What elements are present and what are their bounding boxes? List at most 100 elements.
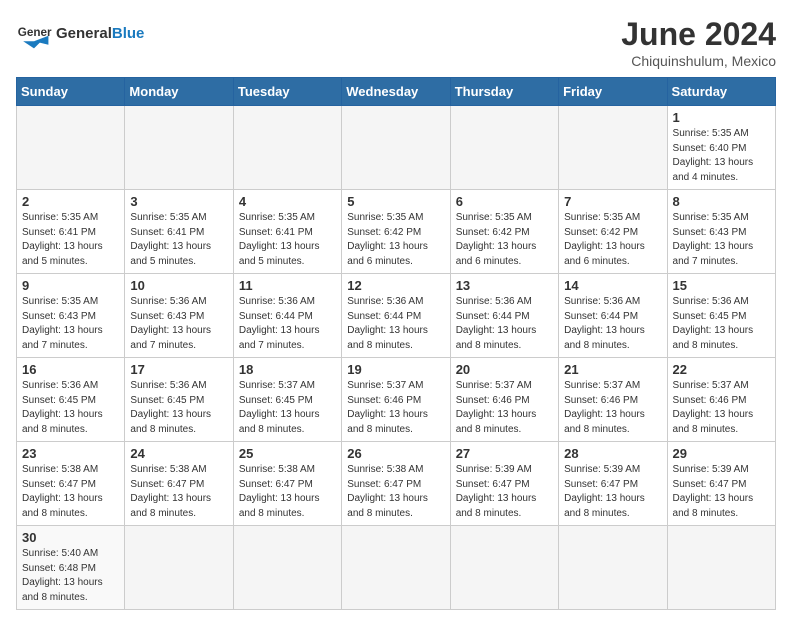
day-number: 28 xyxy=(564,446,661,461)
calendar-cell: 14 Sunrise: 5:36 AM Sunset: 6:44 PM Dayli… xyxy=(559,274,667,358)
calendar-cell: 9Sunrise: 5:35 AM Sunset: 6:43 PM Daylig… xyxy=(17,274,125,358)
day-info: Sunrise: 5:35 AM Sunset: 6:42 PM Dayligh… xyxy=(347,211,444,269)
calendar-cell: 5 Sunrise: 5:35 AM Sunset: 6:42 PM Daylig… xyxy=(342,190,450,274)
day-info: Sunrise: 5:35 AM Sunset: 6:41 PM Dayligh… xyxy=(239,211,336,269)
logo-general: General xyxy=(56,25,112,42)
day-info: Sunrise: 5:36 AM Sunset: 6:44 PM Dayligh… xyxy=(456,295,553,353)
day-info: Sunrise: 5:38 AM Sunset: 6:47 PM Dayligh… xyxy=(239,463,336,521)
calendar-cell xyxy=(17,106,125,190)
calendar-cell: 28 Sunrise: 5:39 AM Sunset: 6:47 PM Dayli… xyxy=(559,442,667,526)
day-number: 27 xyxy=(456,446,553,461)
calendar-cell xyxy=(559,526,667,610)
day-info: Sunrise: 5:39 AM Sunset: 6:47 PM Dayligh… xyxy=(456,463,553,521)
day-number: 10 xyxy=(130,278,227,293)
day-number: 8 xyxy=(673,194,770,209)
calendar-cell: 23 Sunrise: 5:38 AM Sunset: 6:47 PM Dayli… xyxy=(17,442,125,526)
month-year-title: June 2024 xyxy=(621,16,776,53)
calendar-table: SundayMondayTuesdayWednesdayThursdayFrid… xyxy=(16,77,776,610)
day-number: 17 xyxy=(130,362,227,377)
day-of-week-header: Monday xyxy=(125,78,233,106)
day-info: Sunrise: 5:37 AM Sunset: 6:46 PM Dayligh… xyxy=(347,379,444,437)
day-number: 1 xyxy=(673,110,770,125)
day-info: Sunrise: 5:39 AM Sunset: 6:47 PM Dayligh… xyxy=(564,463,661,521)
calendar-cell: 18Sunrise: 5:37 AM Sunset: 6:45 PM Dayli… xyxy=(233,358,341,442)
day-number: 22 xyxy=(673,362,770,377)
calendar-cell: 7 Sunrise: 5:35 AM Sunset: 6:42 PM Daylig… xyxy=(559,190,667,274)
day-number: 29 xyxy=(673,446,770,461)
calendar-cell: 11 Sunrise: 5:36 AM Sunset: 6:44 PM Dayli… xyxy=(233,274,341,358)
day-number: 18 xyxy=(239,362,336,377)
calendar-cell: 1Sunrise: 5:35 AM Sunset: 6:40 PM Daylig… xyxy=(667,106,775,190)
day-number: 6 xyxy=(456,194,553,209)
calendar-cell: 26Sunrise: 5:38 AM Sunset: 6:47 PM Dayli… xyxy=(342,442,450,526)
calendar-cell: 22Sunrise: 5:37 AM Sunset: 6:46 PM Dayli… xyxy=(667,358,775,442)
day-info: Sunrise: 5:35 AM Sunset: 6:42 PM Dayligh… xyxy=(564,211,661,269)
calendar-cell: 19 Sunrise: 5:37 AM Sunset: 6:46 PM Dayli… xyxy=(342,358,450,442)
day-info: Sunrise: 5:36 AM Sunset: 6:44 PM Dayligh… xyxy=(239,295,336,353)
day-info: Sunrise: 5:36 AM Sunset: 6:44 PM Dayligh… xyxy=(347,295,444,353)
calendar-cell xyxy=(450,106,558,190)
day-of-week-header: Wednesday xyxy=(342,78,450,106)
day-info: Sunrise: 5:38 AM Sunset: 6:47 PM Dayligh… xyxy=(22,463,119,521)
day-of-week-header: Friday xyxy=(559,78,667,106)
calendar-cell: 20 Sunrise: 5:37 AM Sunset: 6:46 PM Dayli… xyxy=(450,358,558,442)
day-info: Sunrise: 5:35 AM Sunset: 6:43 PM Dayligh… xyxy=(22,295,119,353)
day-of-week-header: Tuesday xyxy=(233,78,341,106)
calendar-cell: 30Sunrise: 5:40 AM Sunset: 6:48 PM Dayli… xyxy=(17,526,125,610)
day-of-week-header: Thursday xyxy=(450,78,558,106)
calendar-cell xyxy=(450,526,558,610)
calendar-cell: 24 Sunrise: 5:38 AM Sunset: 6:47 PM Dayli… xyxy=(125,442,233,526)
day-number: 14 xyxy=(564,278,661,293)
calendar-cell xyxy=(667,526,775,610)
day-info: Sunrise: 5:35 AM Sunset: 6:43 PM Dayligh… xyxy=(673,211,770,269)
logo-blue: Blue xyxy=(112,25,145,42)
calendar-cell: 16 Sunrise: 5:36 AM Sunset: 6:45 PM Dayli… xyxy=(17,358,125,442)
calendar-cell xyxy=(233,106,341,190)
day-number: 7 xyxy=(564,194,661,209)
day-info: Sunrise: 5:36 AM Sunset: 6:43 PM Dayligh… xyxy=(130,295,227,353)
location-subtitle: Chiquinshulum, Mexico xyxy=(621,53,776,69)
calendar-cell xyxy=(125,526,233,610)
calendar-cell: 3 Sunrise: 5:35 AM Sunset: 6:41 PM Daylig… xyxy=(125,190,233,274)
day-number: 11 xyxy=(239,278,336,293)
day-number: 23 xyxy=(22,446,119,461)
day-of-week-header: Saturday xyxy=(667,78,775,106)
day-info: Sunrise: 5:35 AM Sunset: 6:41 PM Dayligh… xyxy=(130,211,227,269)
day-info: Sunrise: 5:36 AM Sunset: 6:45 PM Dayligh… xyxy=(130,379,227,437)
day-info: Sunrise: 5:37 AM Sunset: 6:46 PM Dayligh… xyxy=(564,379,661,437)
day-number: 21 xyxy=(564,362,661,377)
calendar-cell: 13Sunrise: 5:36 AM Sunset: 6:44 PM Dayli… xyxy=(450,274,558,358)
calendar-cell xyxy=(342,106,450,190)
day-number: 4 xyxy=(239,194,336,209)
day-info: Sunrise: 5:39 AM Sunset: 6:47 PM Dayligh… xyxy=(673,463,770,521)
day-info: Sunrise: 5:40 AM Sunset: 6:48 PM Dayligh… xyxy=(22,547,119,605)
logo-icon: General xyxy=(16,16,52,52)
day-info: Sunrise: 5:36 AM Sunset: 6:44 PM Dayligh… xyxy=(564,295,661,353)
calendar-cell xyxy=(125,106,233,190)
day-number: 16 xyxy=(22,362,119,377)
day-number: 24 xyxy=(130,446,227,461)
day-info: Sunrise: 5:36 AM Sunset: 6:45 PM Dayligh… xyxy=(673,295,770,353)
day-number: 20 xyxy=(456,362,553,377)
day-info: Sunrise: 5:36 AM Sunset: 6:45 PM Dayligh… xyxy=(22,379,119,437)
day-number: 5 xyxy=(347,194,444,209)
calendar-cell: 12 Sunrise: 5:36 AM Sunset: 6:44 PM Dayli… xyxy=(342,274,450,358)
day-number: 19 xyxy=(347,362,444,377)
calendar-cell: 17 Sunrise: 5:36 AM Sunset: 6:45 PM Dayli… xyxy=(125,358,233,442)
day-info: Sunrise: 5:38 AM Sunset: 6:47 PM Dayligh… xyxy=(130,463,227,521)
logo: General GeneralBlue xyxy=(16,16,144,52)
day-info: Sunrise: 5:37 AM Sunset: 6:46 PM Dayligh… xyxy=(456,379,553,437)
calendar-cell: 29 Sunrise: 5:39 AM Sunset: 6:47 PM Dayli… xyxy=(667,442,775,526)
calendar-cell xyxy=(233,526,341,610)
day-of-week-header: Sunday xyxy=(17,78,125,106)
day-number: 26 xyxy=(347,446,444,461)
day-info: Sunrise: 5:35 AM Sunset: 6:41 PM Dayligh… xyxy=(22,211,119,269)
title-block: June 2024 Chiquinshulum, Mexico xyxy=(621,16,776,69)
calendar-cell xyxy=(342,526,450,610)
day-number: 3 xyxy=(130,194,227,209)
day-number: 12 xyxy=(347,278,444,293)
day-number: 2 xyxy=(22,194,119,209)
calendar-cell: 15Sunrise: 5:36 AM Sunset: 6:45 PM Dayli… xyxy=(667,274,775,358)
calendar-cell: 4 Sunrise: 5:35 AM Sunset: 6:41 PM Daylig… xyxy=(233,190,341,274)
calendar-cell: 2 Sunrise: 5:35 AM Sunset: 6:41 PM Daylig… xyxy=(17,190,125,274)
